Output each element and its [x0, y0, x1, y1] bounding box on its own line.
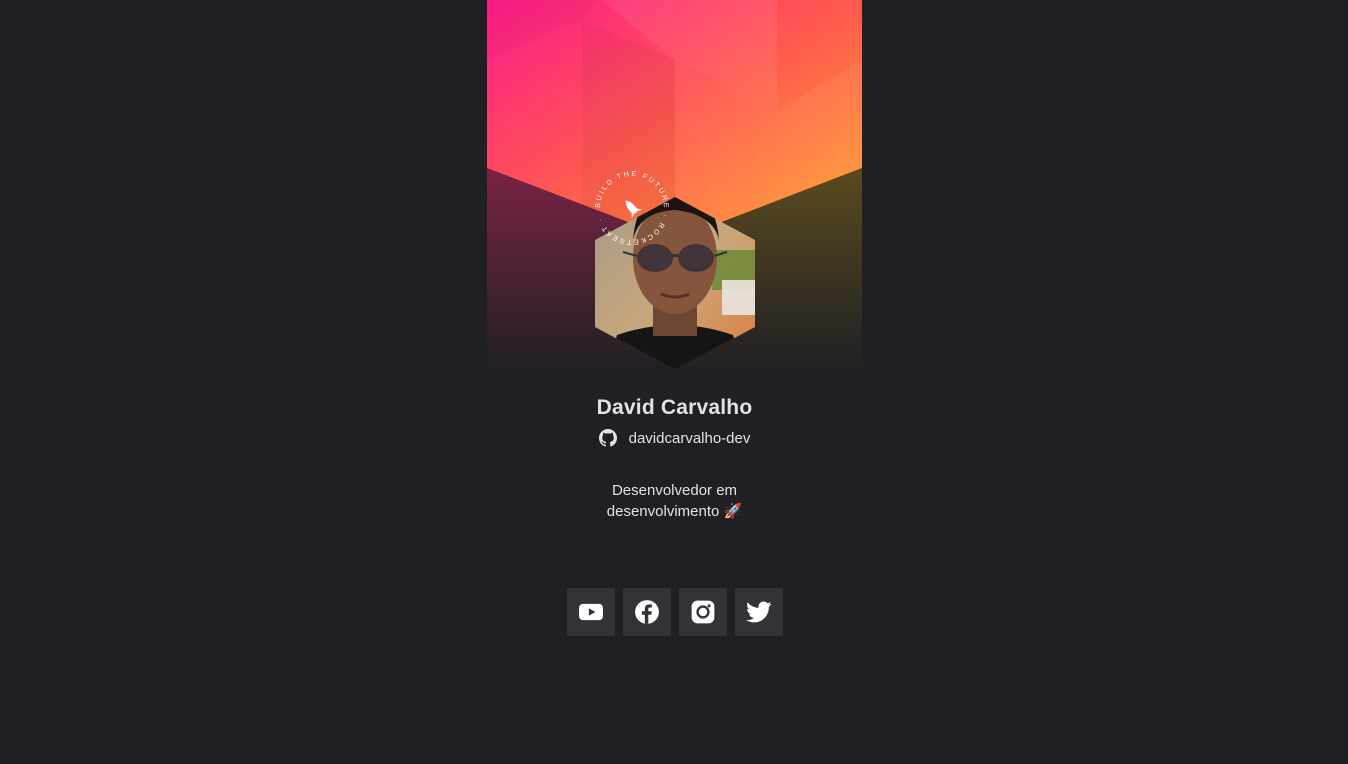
rocketseat-stamp: BUILD THE FUTURE · ROCKETSEAT ·: [595, 171, 667, 245]
bio-line-2: desenvolvimento 🚀: [606, 503, 743, 520]
youtube-icon: [579, 603, 603, 621]
banner-art: [487, 0, 862, 370]
twitter-icon: [746, 601, 772, 623]
page: BUILD THE FUTURE · ROCKETSEAT · David Ca…: [0, 0, 1348, 764]
profile-card: BUILD THE FUTURE · ROCKETSEAT · David Ca…: [487, 0, 862, 764]
bio: Desenvolvedor em desenvolvimento 🚀: [487, 480, 862, 522]
github-icon: [598, 429, 617, 447]
youtube-button[interactable]: [567, 588, 615, 636]
facebook-icon: [635, 600, 659, 624]
instagram-button[interactable]: [679, 588, 727, 636]
facebook-button[interactable]: [623, 588, 671, 636]
instagram-icon: [691, 600, 715, 624]
github-handle[interactable]: davidcarvalho-dev: [487, 429, 862, 447]
banner: BUILD THE FUTURE · ROCKETSEAT ·: [487, 0, 862, 370]
profile-name: David Carvalho: [596, 396, 753, 419]
rocket-icon: [625, 200, 643, 219]
github-handle-text: davidcarvalho-dev: [628, 429, 751, 447]
twitter-button[interactable]: [735, 588, 783, 636]
social-links: [567, 588, 783, 636]
bio-line-1: Desenvolvedor em: [611, 482, 738, 499]
